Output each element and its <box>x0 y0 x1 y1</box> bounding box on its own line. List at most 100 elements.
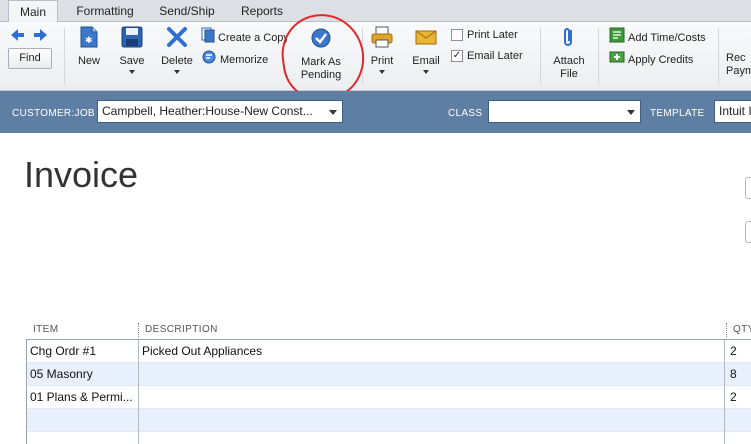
new-doc-icon: ✱ <box>72 26 106 51</box>
chevron-down-icon[interactable] <box>423 70 429 74</box>
item-cell[interactable] <box>27 409 139 432</box>
column-divider[interactable] <box>138 323 139 337</box>
description-cell[interactable] <box>139 386 725 409</box>
save-button[interactable]: Save <box>114 26 150 74</box>
description-cell[interactable]: Picked Out Appliances <box>139 340 725 363</box>
item-cell[interactable]: 01 Plans & Permi... <box>27 386 139 409</box>
delete-button[interactable]: Delete <box>158 26 196 74</box>
receive-payments-button[interactable]: Rec Paym <box>726 52 751 78</box>
template-value: Intuit I <box>719 104 751 118</box>
header-fields-clipped <box>745 155 751 243</box>
email-label: Email <box>412 55 440 67</box>
memorize-icon <box>201 49 217 71</box>
customer-job-label: CUSTOMER:JOB <box>12 108 95 119</box>
invoice-number-field[interactable] <box>745 221 751 243</box>
attach-file-label-2: File <box>560 68 578 80</box>
tab-reports[interactable]: Reports <box>232 0 292 22</box>
print-button[interactable]: Print <box>366 26 398 74</box>
column-header-item: ITEM <box>33 324 59 335</box>
ribbon-divider <box>718 28 719 84</box>
attach-file-label-1: Attach <box>553 55 585 67</box>
description-cell[interactable] <box>139 409 725 432</box>
table-row[interactable]: Chg Ordr #1 Picked Out Appliances 2 <box>27 340 751 363</box>
qty-cell[interactable]: 2 <box>727 386 751 409</box>
find-button[interactable]: Find <box>8 48 52 69</box>
svg-text:✱: ✱ <box>85 35 93 45</box>
qty-cell[interactable]: 2 <box>727 340 751 363</box>
table-header: ITEM DESCRIPTION QTY <box>26 321 751 339</box>
print-later-label: Print Later <box>467 29 518 41</box>
chevron-down-icon[interactable] <box>174 70 180 74</box>
ribbon-tab-bar: Main Formatting Send/Ship Reports <box>0 0 751 23</box>
paperclip-icon <box>548 26 590 51</box>
qty-cell[interactable] <box>727 432 751 444</box>
print-later-checkbox[interactable]: Print Later <box>451 26 518 44</box>
mark-as-pending-label-1: Mark As <box>301 56 341 68</box>
mark-as-pending-label-2: Pending <box>300 69 342 81</box>
delete-label: Delete <box>161 55 193 67</box>
arrow-right-icon[interactable] <box>33 29 47 44</box>
delete-x-icon <box>158 26 196 51</box>
chevron-down-icon[interactable] <box>329 110 337 115</box>
ribbon-divider <box>598 28 599 84</box>
receive-payments-label-2: Paym <box>726 65 751 77</box>
tab-formatting[interactable]: Formatting <box>66 0 144 22</box>
item-cell[interactable]: 05 Masonry <box>27 363 139 386</box>
print-later-check[interactable] <box>451 29 463 42</box>
description-cell[interactable] <box>139 432 725 444</box>
table-row[interactable] <box>27 432 751 444</box>
time-costs-icon <box>609 27 625 49</box>
table-row[interactable]: 05 Masonry 8 <box>27 363 751 386</box>
email-later-check[interactable]: ✓ <box>451 50 463 63</box>
chevron-down-icon[interactable] <box>627 110 635 115</box>
apply-credits-label: Apply Credits <box>628 53 694 66</box>
qty-cell[interactable]: 8 <box>727 363 751 386</box>
column-header-description: DESCRIPTION <box>145 324 218 335</box>
chevron-down-icon[interactable] <box>129 70 135 74</box>
save-label: Save <box>119 55 145 67</box>
mark-as-pending-button[interactable]: Mark As Pending <box>292 28 350 82</box>
line-items-table: Chg Ordr #1 Picked Out Appliances 2 05 M… <box>26 339 751 444</box>
item-cell[interactable] <box>27 432 139 444</box>
create-copy-label: Create a Copy <box>218 31 287 44</box>
item-cell[interactable]: Chg Ordr #1 <box>27 340 139 363</box>
ribbon-divider <box>64 28 65 84</box>
template-dropdown[interactable]: Intuit I <box>714 100 751 123</box>
table-row[interactable]: 01 Plans & Permi... 2 <box>27 386 751 409</box>
ribbon-toolbar: Find ✱ New Save Delete Create a Copy Mem… <box>0 22 751 91</box>
new-label: New <box>77 55 100 67</box>
customer-bar: CUSTOMER:JOB Campbell, Heather:House-New… <box>0 91 751 133</box>
ribbon-divider <box>540 28 541 84</box>
table-row[interactable] <box>27 409 751 432</box>
email-button[interactable]: Email <box>408 26 444 74</box>
column-header-qty: QTY <box>733 324 751 335</box>
class-dropdown[interactable] <box>488 100 641 123</box>
tab-send-ship[interactable]: Send/Ship <box>150 0 224 22</box>
email-later-label: Email Later <box>467 50 523 62</box>
receive-payments-label-1: Rec <box>726 52 746 64</box>
customer-job-dropdown[interactable]: Campbell, Heather:House-New Const... <box>97 100 343 123</box>
add-time-costs-button[interactable]: Add Time/Costs <box>609 27 706 45</box>
memorize-button[interactable]: Memorize <box>201 49 268 67</box>
copy-icon <box>201 27 215 45</box>
qty-cell[interactable] <box>727 409 751 432</box>
tab-main[interactable]: Main <box>8 0 58 23</box>
chevron-down-icon[interactable] <box>379 70 385 74</box>
class-label: CLASS <box>448 108 483 119</box>
date-field[interactable] <box>745 177 751 199</box>
envelope-icon <box>408 26 444 51</box>
email-later-checkbox[interactable]: ✓ Email Later <box>451 47 523 65</box>
arrow-left-icon[interactable] <box>11 29 25 44</box>
print-label: Print <box>370 55 394 67</box>
new-button[interactable]: ✱ New <box>72 26 106 68</box>
customer-job-value: Campbell, Heather:House-New Const... <box>102 104 313 118</box>
save-icon <box>114 26 150 51</box>
apply-credits-button[interactable]: Apply Credits <box>609 49 693 67</box>
column-divider[interactable] <box>726 323 727 337</box>
printer-icon <box>366 26 398 51</box>
attach-file-button[interactable]: Attach File <box>548 26 590 81</box>
description-cell[interactable] <box>139 363 725 386</box>
template-label: TEMPLATE <box>650 108 705 119</box>
create-copy-button[interactable]: Create a Copy <box>201 27 287 45</box>
page-title: Invoice <box>24 154 139 195</box>
